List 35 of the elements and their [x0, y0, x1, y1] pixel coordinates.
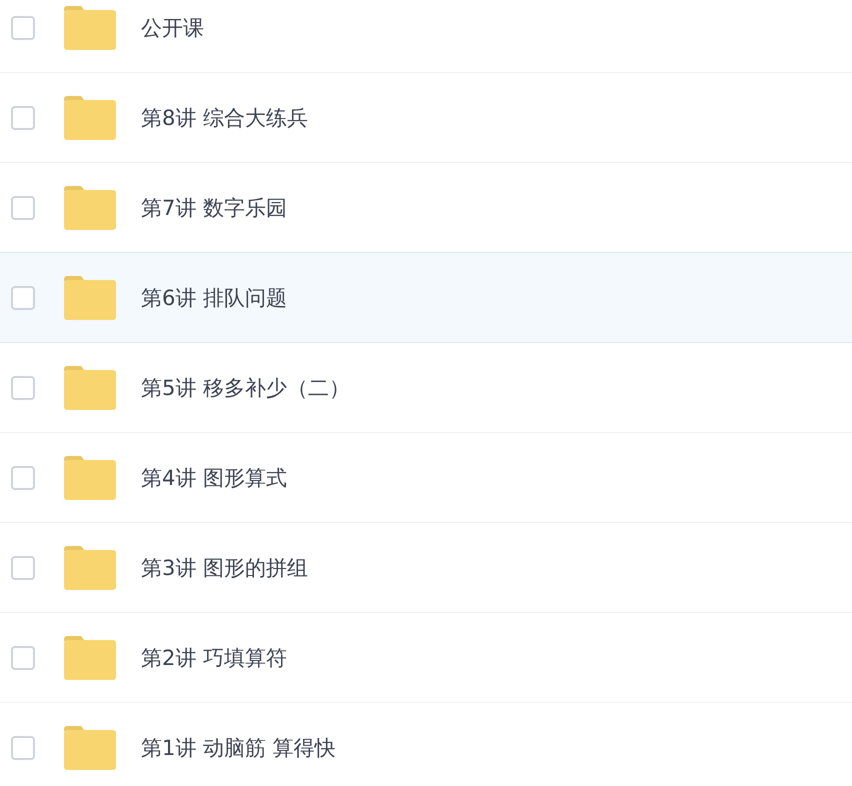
- folder-icon: [64, 276, 116, 320]
- checkbox[interactable]: [11, 196, 35, 220]
- file-row[interactable]: 第3讲 图形的拼组: [0, 523, 852, 613]
- checkbox[interactable]: [11, 646, 35, 670]
- folder-icon: [64, 726, 116, 770]
- file-row[interactable]: 公开课: [0, 0, 852, 73]
- folder-icon: [64, 96, 116, 140]
- checkbox[interactable]: [11, 286, 35, 310]
- folder-name: 第4讲 图形算式: [141, 464, 288, 492]
- folder-icon: [64, 366, 116, 410]
- file-row[interactable]: 第4讲 图形算式: [0, 433, 852, 523]
- folder-icon: [64, 456, 116, 500]
- folder-name: 第8讲 综合大练兵: [141, 104, 308, 132]
- folder-name: 公开课: [141, 14, 204, 42]
- checkbox[interactable]: [11, 736, 35, 760]
- checkbox[interactable]: [11, 466, 35, 490]
- folder-name: 第1讲 动脑筋 算得快: [141, 734, 336, 762]
- file-row[interactable]: 第1讲 动脑筋 算得快: [0, 703, 852, 786]
- file-row[interactable]: 第6讲 排队问题: [0, 252, 852, 343]
- file-row[interactable]: 第8讲 综合大练兵: [0, 73, 852, 163]
- checkbox[interactable]: [11, 376, 35, 400]
- folder-icon: [64, 186, 116, 230]
- folder-name: 第3讲 图形的拼组: [141, 554, 308, 582]
- folder-name: 第7讲 数字乐园: [141, 194, 288, 222]
- checkbox[interactable]: [11, 16, 35, 40]
- folder-name: 第6讲 排队问题: [141, 284, 288, 312]
- file-row[interactable]: 第2讲 巧填算符: [0, 613, 852, 703]
- folder-name: 第5讲 移多补少（二）: [141, 374, 350, 402]
- file-row[interactable]: 第5讲 移多补少（二）: [0, 343, 852, 433]
- folder-name: 第2讲 巧填算符: [141, 644, 288, 672]
- checkbox[interactable]: [11, 106, 35, 130]
- folder-icon: [64, 6, 116, 50]
- folder-icon: [64, 546, 116, 590]
- folder-icon: [64, 636, 116, 680]
- checkbox[interactable]: [11, 556, 35, 580]
